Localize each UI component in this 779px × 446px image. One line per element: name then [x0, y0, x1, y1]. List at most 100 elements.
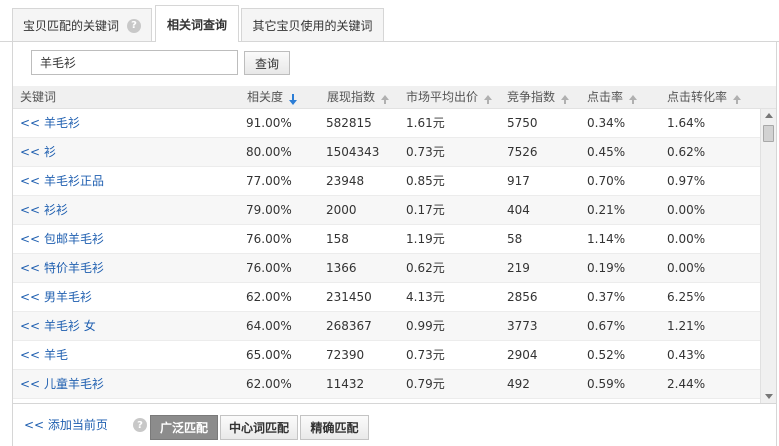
keyword-text: 包邮羊毛衫 [43, 232, 104, 246]
add-prefix: << [20, 348, 44, 362]
cvr-cell: 0.00% [667, 203, 706, 217]
add-keyword-link[interactable]: << 衫 [20, 138, 56, 167]
add-keyword-link[interactable]: << 羊毛衫 女 [20, 312, 96, 341]
column-label: 点击转化率 [667, 90, 728, 104]
relevance-cell: 65.00% [246, 348, 292, 362]
table-row: << 羊毛衫 91.00% 582815 1.61元 5750 0.34% 1.… [13, 109, 760, 138]
keyword-text: 男羊毛衫 [43, 290, 92, 304]
avg-bid-cell: 1.19元 [406, 232, 445, 246]
tab-other-item-keywords[interactable]: 其它宝贝使用的关键词 [241, 8, 384, 42]
sort-up-icon[interactable] [484, 95, 493, 104]
cvr-cell: 2.44% [667, 377, 706, 391]
avg-bid-cell: 0.79元 [406, 377, 445, 391]
exact-match-button[interactable]: 精确匹配 [300, 415, 369, 440]
add-keyword-link[interactable]: << 儿童羊毛衫 [20, 370, 104, 399]
add-keyword-link[interactable]: << 特价羊毛衫 [20, 254, 104, 283]
add-prefix: << [20, 261, 44, 275]
tab-label: 宝贝匹配的关键词 [22, 19, 119, 33]
broad-match-button[interactable]: 广泛匹配 [150, 415, 218, 440]
sort-up-icon[interactable] [561, 95, 570, 104]
phrase-match-button[interactable]: 中心词匹配 [220, 415, 298, 440]
table-row: << 羊毛衫 女 64.00% 268367 0.99元 3773 0.67% … [13, 312, 760, 341]
keyword-text: 羊毛 [43, 348, 68, 362]
tab-label: 相关词查询 [166, 17, 227, 32]
table-row: << 衫衫 79.00% 2000 0.17元 404 0.21% 0.00% [13, 196, 760, 225]
competition-cell: 219 [507, 261, 530, 275]
ctr-cell: 0.67% [587, 319, 626, 333]
cvr-cell: 6.25% [667, 290, 706, 304]
column-header-cvr[interactable]: 点击转化率 [667, 86, 742, 109]
scroll-up-icon[interactable] [765, 113, 773, 118]
table-scrollbar[interactable] [760, 109, 776, 403]
column-label: 相关度 [247, 90, 284, 104]
ctr-cell: 0.70% [587, 174, 626, 188]
cvr-cell: 0.43% [667, 348, 706, 362]
ctr-cell: 0.21% [587, 203, 626, 217]
tab-related-keywords[interactable]: 相关词查询 [155, 5, 239, 42]
competition-cell: 2904 [507, 348, 538, 362]
table-header: 关键词 相关度 展现指数 市场平均出价 竞争指数 点击率 点击转化率 [13, 86, 776, 109]
column-header-avg-bid[interactable]: 市场平均出价 [406, 86, 493, 109]
impressions-cell: 23948 [326, 174, 365, 188]
impressions-cell: 268367 [326, 319, 372, 333]
column-header-relevance[interactable]: 相关度 [247, 86, 298, 109]
keyword-text: 羊毛衫 女 [43, 319, 96, 333]
competition-cell: 3773 [507, 319, 538, 333]
avg-bid-cell: 0.17元 [406, 203, 445, 217]
relevance-cell: 91.00% [246, 116, 292, 130]
add-keyword-link[interactable]: << 包邮羊毛衫 [20, 225, 104, 254]
cvr-cell: 0.00% [667, 261, 706, 275]
add-keyword-link[interactable]: << 羊毛衫正品 [20, 167, 104, 196]
avg-bid-cell: 0.73元 [406, 145, 445, 159]
ctr-cell: 0.19% [587, 261, 626, 275]
avg-bid-cell: 0.85元 [406, 174, 445, 188]
cvr-cell: 0.00% [667, 232, 706, 246]
relevance-cell: 62.00% [246, 377, 292, 391]
help-icon[interactable]: ? [133, 418, 147, 432]
table-row: << 羊毛衫正品 77.00% 23948 0.85元 917 0.70% 0.… [13, 167, 760, 196]
sort-up-icon[interactable] [381, 95, 390, 104]
column-header-impressions[interactable]: 展现指数 [327, 86, 390, 109]
search-button[interactable]: 查询 [244, 51, 290, 75]
avg-bid-cell: 1.61元 [406, 116, 445, 130]
column-label: 展现指数 [327, 90, 376, 104]
add-prefix: << [20, 145, 44, 159]
sort-desc-icon[interactable] [289, 94, 298, 105]
add-keyword-link[interactable]: << 羊毛 [20, 341, 68, 370]
add-keyword-link[interactable]: << 衫衫 [20, 196, 68, 225]
ctr-cell: 0.52% [587, 348, 626, 362]
add-keyword-link[interactable]: << 羊毛衫 [20, 109, 80, 138]
tab-label: 其它宝贝使用的关键词 [252, 19, 373, 33]
column-label: 点击率 [587, 90, 624, 104]
column-label: 竞争指数 [507, 90, 556, 104]
tab-item-matched-keywords[interactable]: 宝贝匹配的关键词 ? [12, 8, 152, 42]
add-prefix: << [20, 319, 44, 333]
sort-up-icon[interactable] [733, 95, 742, 104]
column-header-competition[interactable]: 竞争指数 [507, 86, 570, 109]
scroll-thumb[interactable] [763, 125, 774, 142]
relevance-cell: 76.00% [246, 261, 292, 275]
scroll-down-icon[interactable] [765, 394, 773, 399]
column-header-keyword: 关键词 [20, 86, 56, 109]
help-icon[interactable]: ? [127, 18, 141, 33]
competition-cell: 492 [507, 377, 530, 391]
impressions-cell: 582815 [326, 116, 372, 130]
add-current-page-link[interactable]: << 添加当前页 [24, 413, 108, 437]
keyword-text: 衫 [43, 145, 56, 159]
add-prefix: << [20, 232, 44, 246]
competition-cell: 404 [507, 203, 530, 217]
add-prefix: << [20, 174, 44, 188]
avg-bid-cell: 0.73元 [406, 348, 445, 362]
keyword-text: 羊毛衫正品 [43, 174, 104, 188]
column-header-ctr[interactable]: 点击率 [587, 86, 638, 109]
add-keyword-link[interactable]: << 男羊毛衫 [20, 283, 92, 312]
impressions-cell: 11432 [326, 377, 365, 391]
table-row: << 男羊毛衫 62.00% 231450 4.13元 2856 0.37% 6… [13, 283, 760, 312]
competition-cell: 2856 [507, 290, 538, 304]
add-prefix: << [20, 203, 44, 217]
keyword-search-input[interactable] [31, 50, 238, 75]
ctr-cell: 0.59% [587, 377, 626, 391]
sort-up-icon[interactable] [629, 95, 638, 104]
cvr-cell: 0.97% [667, 174, 706, 188]
avg-bid-cell: 0.99元 [406, 319, 445, 333]
